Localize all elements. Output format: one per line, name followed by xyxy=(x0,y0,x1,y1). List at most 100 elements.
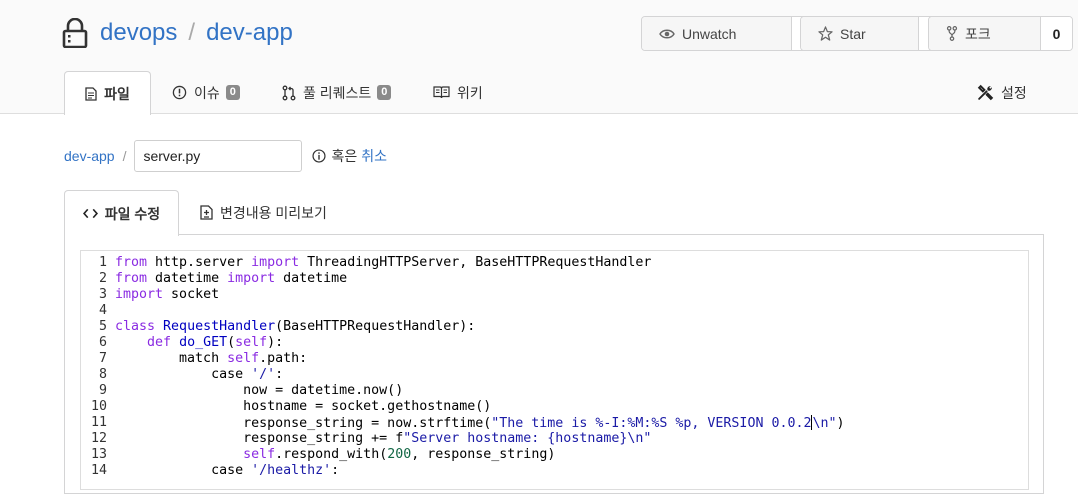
line-number: 6 xyxy=(98,335,107,350)
code-line[interactable]: 12 response_string += f"Server hostname:… xyxy=(81,431,845,447)
code-token: ( xyxy=(227,335,236,350)
code-line[interactable]: 8 case '/': xyxy=(81,367,845,383)
repo-owner-link[interactable]: devops xyxy=(100,19,177,47)
tab-edit-file[interactable]: 파일 수정 xyxy=(64,190,179,236)
code-line[interactable]: 9 now = datetime.now() xyxy=(81,383,845,399)
line-number: 9 xyxy=(98,383,107,398)
pulls-count-badge: 0 xyxy=(377,85,392,100)
code-token: match xyxy=(115,351,228,366)
star-button[interactable]: Star xyxy=(801,17,919,50)
code-token: http.server xyxy=(147,255,252,270)
code-token: : xyxy=(331,463,340,478)
line-number: 12 xyxy=(90,431,107,446)
line-text: def do_GET(self): xyxy=(115,335,283,351)
code-token: datetime xyxy=(275,271,348,286)
editor-panel: 1 from http.server import ThreadingHTTPSe… xyxy=(64,234,1044,494)
tab-edit-file-label: 파일 수정 xyxy=(104,205,161,222)
code-line[interactable]: 5 class RequestHandler(BaseHTTPRequestHan… xyxy=(81,319,845,335)
unwatch-button[interactable]: Unwatch xyxy=(642,17,792,50)
line-number: 14 xyxy=(90,463,107,478)
tab-files[interactable]: 파일 xyxy=(64,71,151,115)
code-token: (BaseHTTPRequestHandler): xyxy=(275,319,476,334)
code-token: import xyxy=(251,255,300,270)
fork-label: 포크 xyxy=(965,25,991,42)
filename-input[interactable] xyxy=(134,140,303,172)
code-editor[interactable]: 1 from http.server import ThreadingHTTPSe… xyxy=(80,250,1029,490)
code-line[interactable]: 3 import socket xyxy=(81,287,845,303)
code-token: from xyxy=(115,271,148,286)
cancel-link[interactable]: 취소 xyxy=(361,146,387,166)
line-text: self.respond_with(200, response_string) xyxy=(115,447,555,463)
code-token: response_string = now.strftime( xyxy=(115,416,492,431)
tab-issues[interactable]: 이슈 0 xyxy=(172,71,240,114)
code-token: "The time is %-I:%M:%S %p, VERSION 0.0.2 xyxy=(491,416,812,431)
or-text: 혹은 xyxy=(331,148,358,164)
line-number: 5 xyxy=(98,319,107,334)
tab-wiki-label: 위키 xyxy=(457,84,483,101)
tab-files-label: 파일 xyxy=(104,85,130,102)
fork-button-group: 포크 0 xyxy=(928,16,1073,51)
book-icon xyxy=(433,86,450,99)
repo-separator: / xyxy=(188,19,196,46)
fork-icon xyxy=(946,26,958,41)
line-text: case '/': xyxy=(115,367,283,383)
breadcrumb: dev-app / 혹은 취소 xyxy=(64,140,387,172)
file-icon xyxy=(85,86,97,101)
watch-button-group: Unwatch 1 xyxy=(641,16,823,51)
pull-request-icon xyxy=(282,85,296,100)
code-token: socket xyxy=(163,287,220,302)
code-line[interactable]: 1 from http.server import ThreadingHTTPSe… xyxy=(81,255,845,271)
line-text: case '/healthz': xyxy=(115,463,339,479)
line-text: class RequestHandler(BaseHTTPRequestHand… xyxy=(115,319,475,335)
repo-name-link[interactable]: dev-app xyxy=(206,19,293,47)
code-token: from xyxy=(115,255,148,270)
code-token: .respond_with( xyxy=(275,447,388,462)
code-line[interactable]: 14 case '/healthz': xyxy=(81,463,845,479)
code-token: RequestHandler xyxy=(163,319,276,334)
tab-pull-requests[interactable]: 풀 리퀘스트 0 xyxy=(282,71,392,114)
code-line[interactable]: 2 from datetime import datetime xyxy=(81,271,845,287)
line-text: hostname = socket.gethostname() xyxy=(115,399,491,415)
editor-tabs: 파일 수정 변경내용 미리보기 xyxy=(64,190,1044,236)
fork-count[interactable]: 0 xyxy=(1041,17,1072,50)
line-number: 10 xyxy=(90,399,107,414)
line-number: 1 xyxy=(98,255,107,270)
line-number: 8 xyxy=(98,367,107,382)
repo-title: devops / dev-app xyxy=(62,16,293,50)
line-number: 3 xyxy=(98,287,107,302)
fork-button[interactable]: 포크 xyxy=(929,17,1041,50)
code-line[interactable]: 11 response_string = now.strftime("The t… xyxy=(81,415,845,431)
code-line[interactable]: 10 hostname = socket.gethostname() xyxy=(81,399,845,415)
code-token: def xyxy=(147,335,172,350)
code-token: "Server hostname: {hostname}\n" xyxy=(403,431,652,446)
code-token: , response_string) xyxy=(411,447,556,462)
issues-count-badge: 0 xyxy=(225,85,240,100)
code-token: response_string += f xyxy=(115,431,404,446)
tab-settings[interactable]: 설정 xyxy=(977,71,1027,114)
code-token: 200 xyxy=(387,447,412,462)
info-icon xyxy=(312,149,327,163)
code-token: ) xyxy=(836,416,845,431)
code-token: '/' xyxy=(251,367,276,382)
code-line[interactable]: 4 xyxy=(81,303,845,319)
code-lines[interactable]: 1 from http.server import ThreadingHTTPSe… xyxy=(81,255,845,479)
tab-pulls-label: 풀 리퀘스트 xyxy=(303,84,372,101)
code-token: self xyxy=(235,335,268,350)
tab-issues-label: 이슈 xyxy=(194,84,220,101)
lock-icon xyxy=(62,18,88,48)
tab-preview-changes[interactable]: 변경내용 미리보기 xyxy=(200,190,327,235)
code-token: \n" xyxy=(812,416,837,431)
line-text: import socket xyxy=(115,287,219,303)
code-token: import xyxy=(227,271,276,286)
tab-wiki[interactable]: 위키 xyxy=(433,71,483,114)
code-line[interactable]: 7 match self.path: xyxy=(81,351,845,367)
code-line[interactable]: 6 def do_GET(self): xyxy=(81,335,845,351)
eye-icon xyxy=(659,29,675,38)
code-line[interactable]: 13 self.respond_with(200, response_strin… xyxy=(81,447,845,463)
line-text: response_string += f"Server hostname: {h… xyxy=(115,431,651,447)
breadcrumb-repo-link[interactable]: dev-app xyxy=(64,148,115,164)
code-icon xyxy=(82,208,98,219)
tab-settings-label: 설정 xyxy=(1001,84,1027,101)
code-token: import xyxy=(115,287,164,302)
